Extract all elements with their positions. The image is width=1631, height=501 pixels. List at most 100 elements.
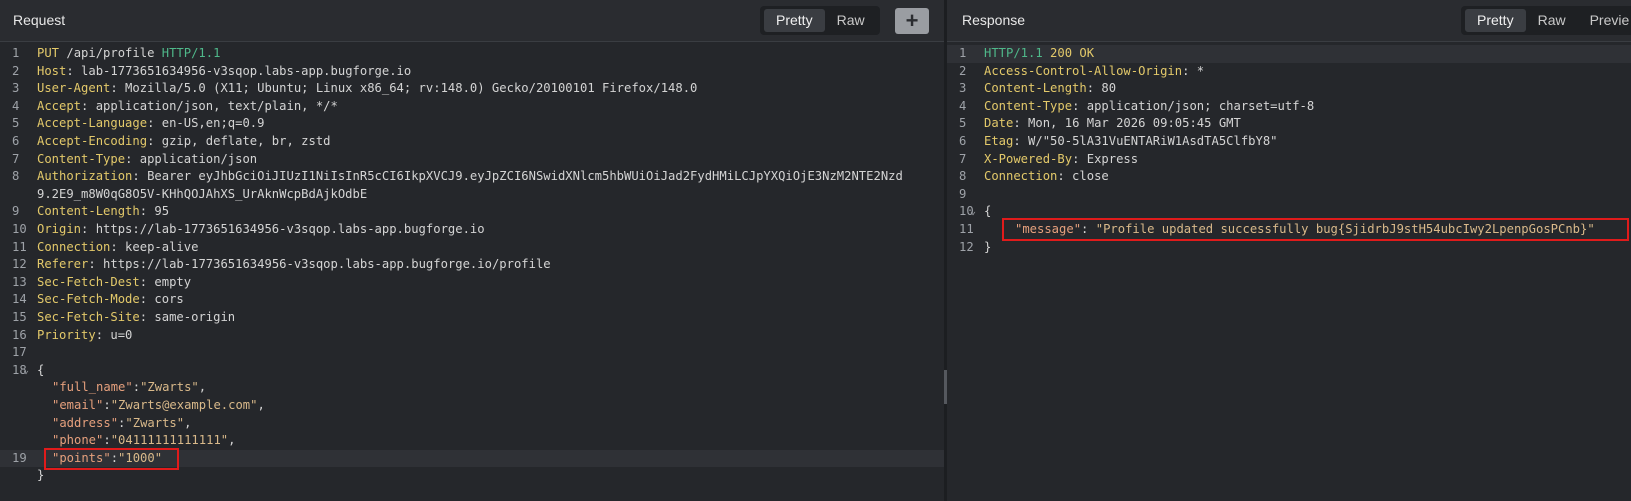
line-number: 4 <box>12 98 20 113</box>
response-pretty-tab[interactable]: Pretty <box>1465 9 1526 32</box>
header-colon: : <box>1013 134 1021 148</box>
code-line[interactable]: 14 Sec-Fetch-Mode: cors <box>0 291 944 309</box>
header-name: User-Agent <box>37 81 111 96</box>
header-name: Accept-Encoding <box>37 134 148 148</box>
line-number: 2 <box>959 63 967 78</box>
header-colon: : <box>95 327 104 342</box>
code-line[interactable]: 5 Date: Mon, 16 Mar 2026 09:05:45 GMT <box>947 115 1631 133</box>
code-line[interactable]: 9 <box>947 186 1631 204</box>
json-close-brace: } <box>984 239 992 254</box>
code-line[interactable]: 1 PUT /api/profile HTTP/1.1 <box>0 45 944 63</box>
header-value: cors <box>147 292 184 307</box>
line-content: Origin: https://lab-1773651634956-v3sqop… <box>37 221 485 239</box>
header-value: en-US,en;q=0.9 <box>154 116 265 131</box>
code-line[interactable]: "address":"Zwarts", <box>0 415 944 433</box>
header-colon: : <box>132 169 140 184</box>
code-line[interactable]: 13 Sec-Fetch-Dest: empty <box>0 274 944 292</box>
header-value: Mon, 16 Mar 2026 09:05:45 GMT <box>1020 116 1241 131</box>
code-line[interactable]: 12 Referer: https://lab-1773651634956-v3s… <box>0 256 944 274</box>
code-line[interactable]: 4 Content-Type: application/json; charset… <box>947 98 1631 116</box>
code-line[interactable]: 3 Content-Length: 80 <box>947 80 1631 98</box>
code-line[interactable]: 2 Access-Control-Allow-Origin: * <box>947 63 1631 81</box>
code-line[interactable]: 6 Etag: W/"50-5lA31VuENTARiW1AsdTA5ClfbY8… <box>947 133 1631 151</box>
header-name: Accept-Language <box>37 116 148 131</box>
line-number: 6 <box>12 134 20 148</box>
code-line[interactable]: 11 Connection: keep-alive <box>0 239 944 257</box>
json-colon: : <box>103 433 111 448</box>
code-line[interactable]: "email":"Zwarts@example.com", <box>0 397 944 415</box>
line-number: 12 <box>959 239 974 254</box>
response-view-toggle: Pretty Raw Previe <box>1461 6 1631 35</box>
line-number: 16 <box>12 327 27 342</box>
code-line[interactable]: 17 <box>0 344 944 362</box>
code-line[interactable]: } <box>0 467 944 485</box>
header-colon: : <box>139 274 148 289</box>
line-content: Sec-Fetch-Dest: empty <box>37 274 191 292</box>
json-key: "address" <box>52 415 119 430</box>
request-path: /api/profile <box>59 46 162 60</box>
line-number: 12 <box>12 257 27 272</box>
json-comma: , <box>228 433 236 448</box>
header-value: * <box>1189 63 1205 78</box>
code-line[interactable]: 1 HTTP/1.1 200 OK <box>947 45 1631 63</box>
response-editor[interactable]: 1 HTTP/1.1 200 OK 2 Access-Control-Allow-Or… <box>947 45 1631 501</box>
header-value: close <box>1064 169 1109 184</box>
response-preview-tab[interactable]: Previe <box>1578 9 1631 32</box>
request-raw-tab[interactable]: Raw <box>825 9 877 32</box>
code-line[interactable]: "full_name":"Zwarts", <box>0 379 944 397</box>
request-pane: Request Pretty Raw + 1 PUT /api/profile H… <box>0 0 944 501</box>
code-line[interactable]: 12} <box>947 239 1631 257</box>
line-number: 15 <box>12 310 27 324</box>
code-line[interactable]: 15 Sec-Fetch-Site: same-origin <box>0 309 944 327</box>
header-name: Content-Type <box>37 151 126 166</box>
request-title: Request <box>13 12 66 28</box>
code-line[interactable]: 3 User-Agent: Mozilla/5.0 (X11; Ubuntu; L… <box>0 80 944 98</box>
header-value: Bearer eyJhbGciOiJIUzI1NiIsInR5cCI6IkpXV… <box>139 169 903 184</box>
code-line[interactable]: 6 Accept-Encoding: gzip, deflate, br, zst… <box>0 133 944 151</box>
json-colon: : <box>132 380 141 395</box>
header-colon: : <box>1057 169 1065 184</box>
header-value: Mozilla/5.0 (X11; Ubuntu; Linux x86_64; … <box>117 81 698 96</box>
request-pretty-tab[interactable]: Pretty <box>764 9 825 32</box>
code-line[interactable]: 9.2E9_m8W0qG8O5V-KHhQOJAhXS_UrAknWcpBdAj… <box>0 186 944 204</box>
header-name: Origin <box>37 222 82 236</box>
line-content: Content-Type: application/json; charset=… <box>984 98 1314 116</box>
header-value: application/json, text/plain, */* <box>88 98 338 113</box>
json-value: "04111111111111" <box>110 433 229 448</box>
response-protocol: HTTP/1.1 <box>984 46 1043 60</box>
request-header: Request Pretty Raw + <box>0 0 944 42</box>
code-line[interactable]: 5 Accept-Language: en-US,en;q=0.9 <box>0 115 944 133</box>
line-content: X-Powered-By: Express <box>984 151 1138 169</box>
line-number: 9 <box>959 186 967 201</box>
code-line[interactable]: 4 Accept: application/json, text/plain, *… <box>0 98 944 116</box>
code-line[interactable]: 7 Content-Type: application/json <box>0 151 944 169</box>
code-line[interactable]: 7 X-Powered-By: Express <box>947 151 1631 169</box>
request-editor[interactable]: 1 PUT /api/profile HTTP/1.1 2 Host: lab-177… <box>0 45 944 501</box>
code-line[interactable]: 2 Host: lab-1773651634956-v3sqop.labs-app… <box>0 63 944 81</box>
line-content: "address":"Zwarts", <box>52 415 191 433</box>
add-button[interactable]: + <box>895 8 929 34</box>
code-line[interactable]: 10 Origin: https://lab-1773651634956-v3sq… <box>0 221 944 239</box>
code-line[interactable]: 18 ⌄{ <box>0 362 944 380</box>
request-method: PUT <box>37 46 60 60</box>
code-line[interactable]: 9 Content-Length: 95 <box>0 203 944 221</box>
json-open-brace: { <box>37 362 45 377</box>
request-view-toggle: Pretty Raw <box>760 6 880 35</box>
line-number: 8 <box>12 169 20 184</box>
status-code: 200 <box>1042 46 1080 60</box>
json-value: "Zwarts" <box>140 380 199 395</box>
header-value: Express <box>1079 151 1139 166</box>
json-key: "phone" <box>52 433 104 448</box>
line-content: { <box>37 362 44 380</box>
header-name: Sec-Fetch-Site <box>37 310 140 324</box>
message-highlight-box <box>1002 218 1629 241</box>
code-line[interactable]: 8 Authorization: Bearer eyJhbGciOiJIUzI1N… <box>0 168 944 186</box>
header-name: Connection <box>984 169 1058 184</box>
header-colon: : <box>139 292 148 307</box>
response-header: Response Pretty Raw Previe <box>947 0 1631 42</box>
response-raw-tab[interactable]: Raw <box>1526 9 1578 32</box>
line-number: 10 <box>12 222 27 236</box>
header-name: Host <box>37 63 67 78</box>
code-line[interactable]: 8 Connection: close <box>947 168 1631 186</box>
code-line[interactable]: 16 Priority: u=0 <box>0 327 944 345</box>
